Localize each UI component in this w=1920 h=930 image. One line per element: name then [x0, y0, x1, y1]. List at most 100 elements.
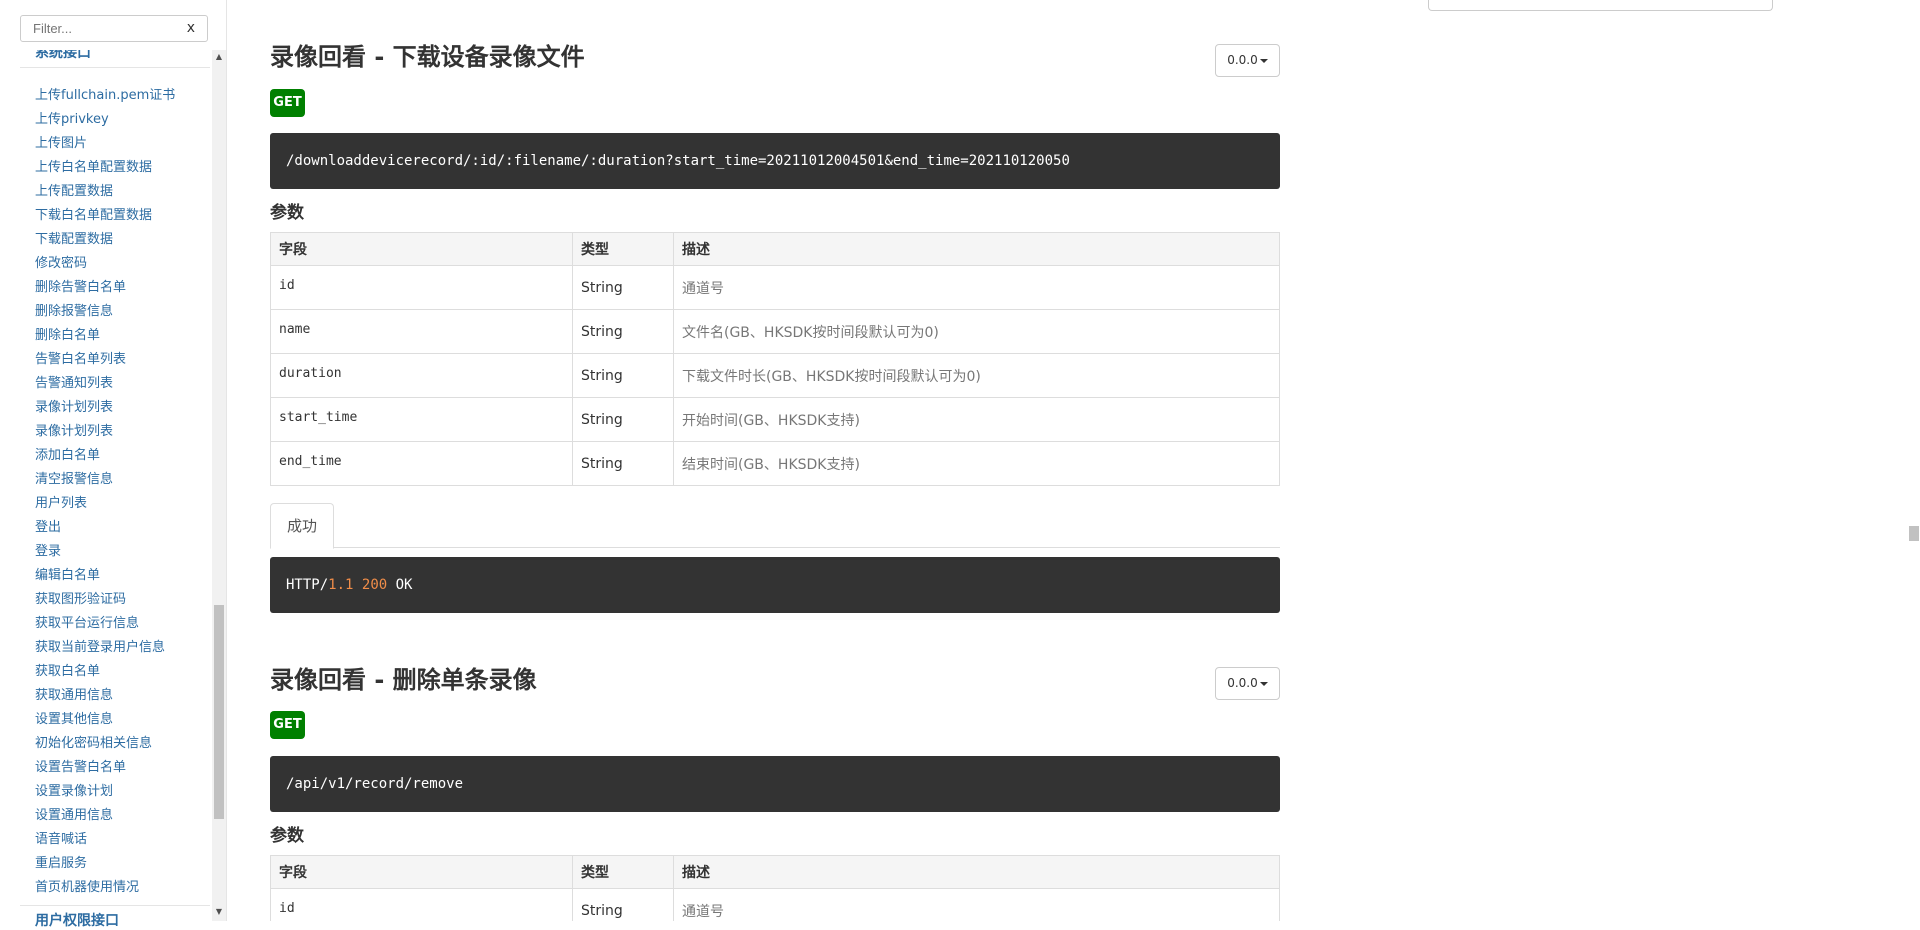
params-heading: 参数	[270, 203, 304, 223]
table-row: start_time String 开始时间(GB、HKSDK支持)	[270, 397, 1280, 442]
method-badge: GET	[270, 711, 305, 739]
sidebar-nav-item[interactable]: 获取白名单	[20, 660, 210, 684]
sidebar-nav-item[interactable]: 获取平台运行信息	[20, 612, 210, 636]
dropdown-panel-edge	[1428, 0, 1773, 11]
sidebar-nav-item[interactable]: 设置通用信息	[20, 804, 210, 828]
sidebar-nav-item[interactable]: 上传fullchain.pem证书	[20, 84, 210, 108]
scroll-down-arrow-icon[interactable]: ▼	[212, 907, 226, 919]
sidebar-nav-item[interactable]: 设置录像计划	[20, 780, 210, 804]
param-field: id	[270, 888, 573, 921]
table-header-row: 字段 类型 描述	[270, 232, 1280, 266]
sidebar-nav-item[interactable]: 告警白名单列表	[20, 348, 210, 372]
sidebar: x 系统接口 上传fullchain.pem证书上传privkey上传图片上传白…	[0, 0, 227, 929]
caret-down-icon	[1259, 58, 1268, 63]
table-header-row: 字段 类型 描述	[270, 855, 1280, 889]
sidebar-nav-item[interactable]: 设置其他信息	[20, 708, 210, 732]
table-row: name String 文件名(GB、HKSDK按时间段默认可为0)	[270, 309, 1280, 354]
col-header-type: 类型	[572, 232, 674, 266]
clear-filter-button[interactable]: x	[187, 20, 195, 36]
sidebar-nav-item[interactable]: 录像计划列表	[20, 396, 210, 420]
param-desc: 结束时间(GB、HKSDK支持)	[673, 441, 1280, 486]
api-section-download-record: 录像回看 - 下载设备录像文件 0.0.0 GET /downloaddevic…	[270, 42, 1280, 613]
nav-list: 上传fullchain.pem证书 上传privkey 上传图片 上传白名单配置数据上…	[20, 68, 210, 900]
param-type: String	[572, 888, 674, 921]
sidebar-nav-item[interactable]: 下载白名单配置数据	[20, 204, 210, 228]
sidebar-nav-item[interactable]: 首页机器使用情况	[20, 876, 210, 900]
sidebar-nav-item[interactable]: 上传白名单配置数据	[20, 156, 210, 180]
response-example: HTTP/1.1 200 OK	[270, 557, 1280, 613]
page-scrollbar-thumb[interactable]	[1909, 526, 1919, 541]
param-type: String	[572, 265, 674, 310]
param-type: String	[572, 441, 674, 486]
sidebar-nav-item[interactable]: 语音喊话	[20, 828, 210, 852]
sidebar-scrollbar[interactable]: ▲ ▼	[212, 50, 226, 921]
param-type: String	[572, 309, 674, 354]
param-field: end_time	[270, 441, 573, 486]
param-desc: 通道号	[673, 265, 1280, 310]
sidebar-nav-item[interactable]: 上传图片	[20, 132, 210, 156]
sidebar-nav-item[interactable]: 重启服务	[20, 852, 210, 876]
section-title: 录像回看 - 下载设备录像文件	[270, 43, 585, 71]
sidebar-scrollbar-thumb[interactable]	[214, 605, 224, 819]
param-desc: 文件名(GB、HKSDK按时间段默认可为0)	[673, 309, 1280, 354]
sidebar-nav-item[interactable]: 上传privkey	[20, 108, 210, 132]
sidebar-nav-item[interactable]: 编辑白名单	[20, 564, 210, 588]
param-type: String	[572, 397, 674, 442]
table-row: end_time String 结束时间(GB、HKSDK支持)	[270, 441, 1280, 486]
nav-group-system[interactable]: 系统接口	[20, 50, 210, 68]
sidebar-nav-item[interactable]: 添加白名单	[20, 444, 210, 468]
caret-down-icon	[1259, 681, 1268, 686]
sidebar-nav-item[interactable]: 删除告警白名单	[20, 276, 210, 300]
sidebar-nav-item[interactable]: 告警通知列表	[20, 372, 210, 396]
params-heading: 参数	[270, 826, 304, 846]
sidebar-nav-item[interactable]: 获取当前登录用户信息	[20, 636, 210, 660]
endpoint-url: /downloaddevicerecord/:id/:filename/:dur…	[270, 133, 1280, 189]
response-code: 200	[361, 577, 388, 593]
param-desc: 通道号	[673, 888, 1280, 921]
param-desc: 开始时间(GB、HKSDK支持)	[673, 397, 1280, 442]
col-header-desc: 描述	[673, 855, 1280, 889]
sidebar-nav-item[interactable]: 登录	[20, 540, 210, 564]
sidebar-nav-item[interactable]: 登出	[20, 516, 210, 540]
version-dropdown-button[interactable]: 0.0.0	[1215, 44, 1280, 77]
params-table: 字段 类型 描述 id String 通道号	[270, 855, 1280, 921]
sidebar-nav-item[interactable]: 删除白名单	[20, 324, 210, 348]
section-title: 录像回看 - 删除单条录像	[270, 666, 537, 694]
sidebar-nav-item[interactable]: 获取图形验证码	[20, 588, 210, 612]
response-proto: HTTP/	[286, 577, 329, 593]
table-row: duration String 下载文件时长(GB、HKSDK按时间段默认可为0)	[270, 353, 1280, 398]
param-field: duration	[270, 353, 573, 398]
filter-input[interactable]	[21, 16, 181, 41]
param-desc: 下载文件时长(GB、HKSDK按时间段默认可为0)	[673, 353, 1280, 398]
sidebar-nav-item[interactable]: 下载配置数据	[20, 228, 210, 252]
sidebar-nav-item[interactable]: 录像计划列表	[20, 420, 210, 444]
sidebar-nav-item[interactable]: 修改密码	[20, 252, 210, 276]
response-version: 1.1	[328, 577, 354, 593]
version-dropdown-button[interactable]: 0.0.0	[1215, 667, 1280, 700]
sidebar-nav-item[interactable]: 用户列表	[20, 492, 210, 516]
sidebar-nav-item[interactable]: 获取通用信息	[20, 684, 210, 708]
page-scrollbar[interactable]	[1907, 0, 1920, 921]
param-field: id	[270, 265, 573, 310]
scroll-up-arrow-icon[interactable]: ▲	[212, 52, 226, 64]
filter-box: x	[20, 15, 208, 42]
api-section-delete-record: 录像回看 - 删除单条录像 0.0.0 GET /api/v1/record/r…	[270, 665, 1280, 921]
table-row: id String 通道号	[270, 888, 1280, 921]
sidebar-nav-item[interactable]: 清空报警信息	[20, 468, 210, 492]
sidebar-nav-item[interactable]: 设置告警白名单	[20, 756, 210, 780]
version-label: 0.0.0	[1227, 53, 1258, 67]
main-content: 录像回看 - 下载设备录像文件 0.0.0 GET /downloaddevic…	[228, 0, 1908, 921]
sidebar-nav-item[interactable]: 初始化密码相关信息	[20, 732, 210, 756]
response-status: OK	[395, 577, 413, 593]
params-table: 字段 类型 描述 id String 通道号 name String 文件名(GB、HKS…	[270, 232, 1280, 486]
col-header-field: 字段	[270, 855, 573, 889]
method-badge: GET	[270, 89, 305, 117]
endpoint-url: /api/v1/record/remove	[270, 756, 1280, 812]
response-tabs: 成功	[270, 503, 1280, 549]
sidebar-nav-item[interactable]: 上传配置数据	[20, 180, 210, 204]
table-row: id String 通道号	[270, 265, 1280, 310]
sidebar-nav-item[interactable]: 删除报警信息	[20, 300, 210, 324]
col-header-type: 类型	[572, 855, 674, 889]
tab-success[interactable]: 成功	[270, 503, 334, 549]
nav-group-user-permission[interactable]: 用户权限接口	[20, 905, 210, 929]
